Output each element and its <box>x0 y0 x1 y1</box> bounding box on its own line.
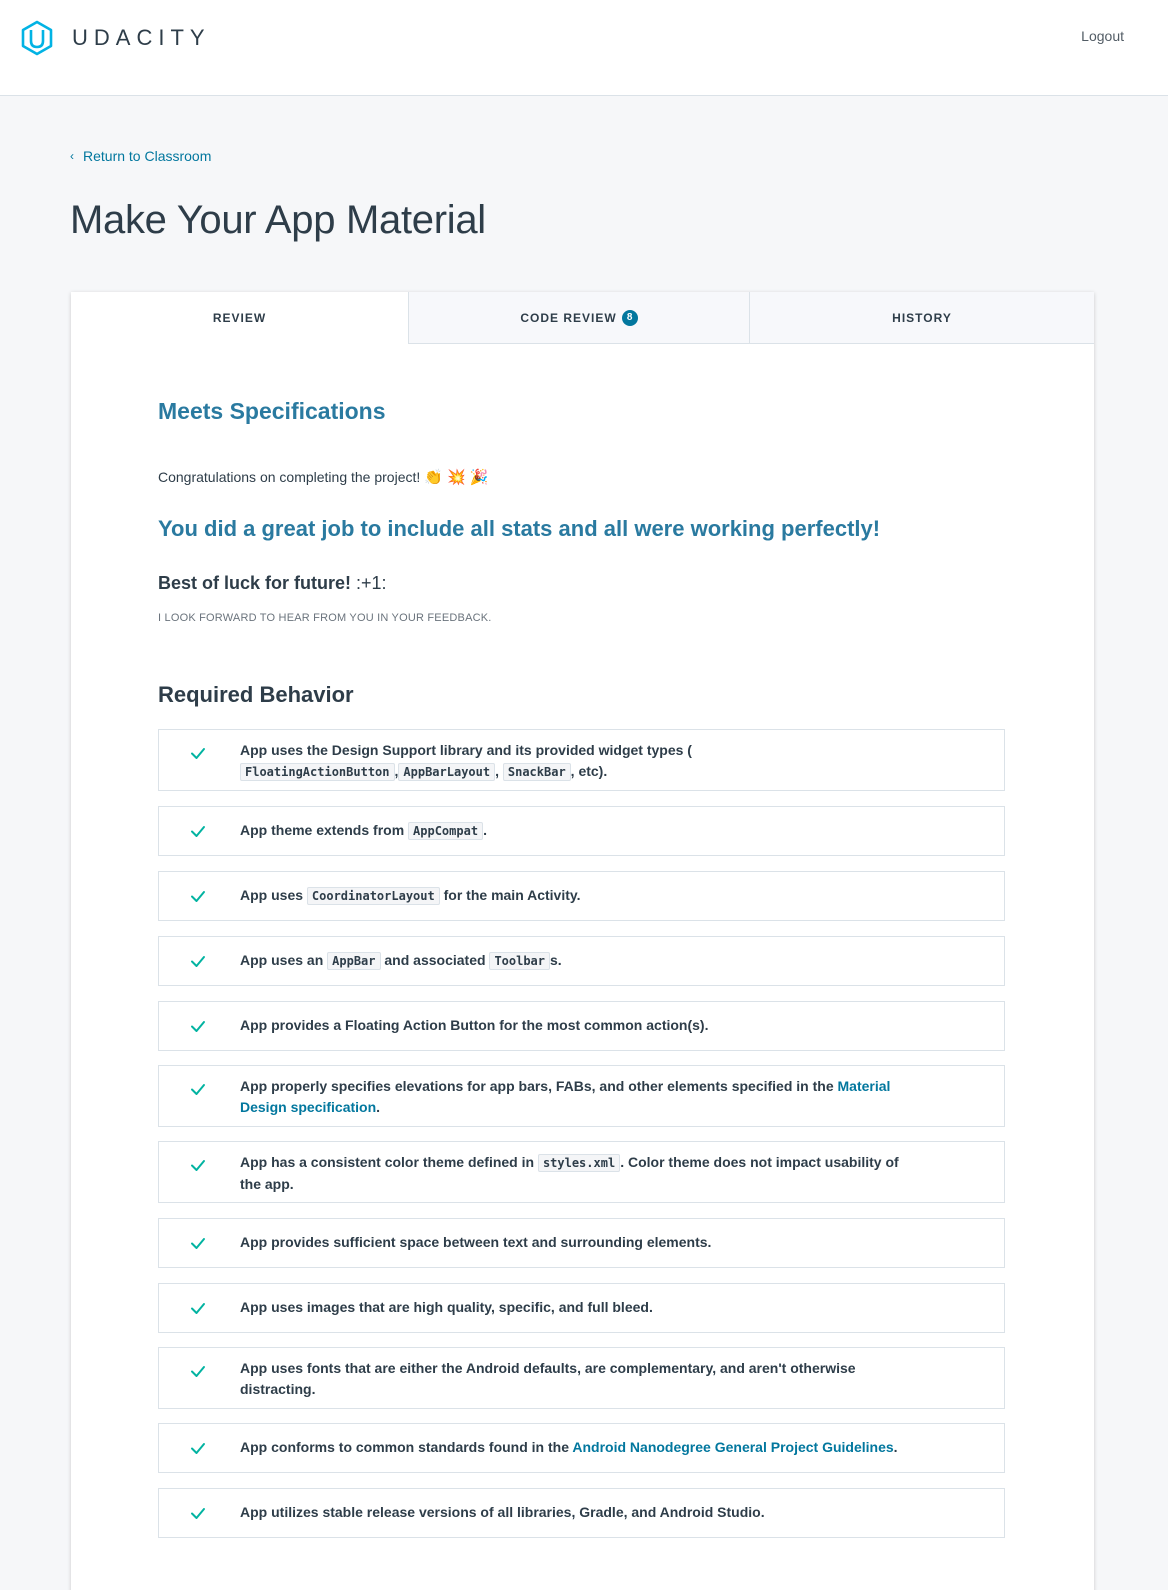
criterion-text: App uses fonts that are either the Andro… <box>240 1358 920 1400</box>
criterion-item: App theme extends from AppCompat. <box>158 806 1005 856</box>
check-icon <box>191 1366 205 1377</box>
udacity-logo[interactable]: UDACITY <box>20 20 211 56</box>
tab-code-review[interactable]: CODE REVIEW 8 <box>408 292 749 344</box>
criterion-text: App theme extends from AppCompat. <box>240 820 920 842</box>
criterion-text-part: . <box>483 822 487 838</box>
udacity-logo-icon <box>21 20 53 56</box>
check-icon <box>191 1084 205 1095</box>
criterion-item: App has a consistent color theme defined… <box>158 1141 1005 1203</box>
congrats-message: Congratulations on completing the projec… <box>158 468 488 486</box>
code-snippet: AppBarLayout <box>398 763 496 781</box>
return-to-classroom-label: Return to Classroom <box>83 148 212 164</box>
best-of-luck-text: Best of luck for future! <box>158 573 352 593</box>
criterion-text-part: App uses the Design Support library and … <box>240 742 692 758</box>
criterion-text: App uses CoordinatorLayout for the main … <box>240 885 920 907</box>
project-guidelines-link[interactable]: Android Nanodegree General Project Guide… <box>572 1439 893 1455</box>
criterion-text-part: , etc). <box>570 763 608 779</box>
criterion-text-part: App provides a Floating Action Button fo… <box>240 1017 709 1033</box>
criterion-text: App provides sufficient space between te… <box>240 1232 920 1253</box>
criterion-text-part: App properly specifies elevations for ap… <box>240 1078 838 1094</box>
check-icon <box>191 1303 205 1314</box>
code-snippet: FloatingActionButton <box>240 763 395 781</box>
criterion-item: App properly specifies elevations for ap… <box>158 1065 1005 1127</box>
criterion-text-part: App utilizes stable release versions of … <box>240 1504 765 1520</box>
check-icon <box>191 1021 205 1032</box>
criterion-item: App uses fonts that are either the Andro… <box>158 1347 1005 1409</box>
review-status: Meets Specifications <box>158 398 386 424</box>
criterion-item: App provides sufficient space between te… <box>158 1218 1005 1268</box>
criterion-text-part: App uses fonts that are either the Andro… <box>240 1360 856 1397</box>
review-card: REVIEW CODE REVIEW 8 HISTORY Meets Speci… <box>71 292 1094 1590</box>
tab-review-label: REVIEW <box>212 311 267 325</box>
criterion-item: App uses an AppBar and associated Toolba… <box>158 936 1005 986</box>
code-snippet: AppCompat <box>408 822 484 840</box>
check-icon <box>191 956 205 967</box>
best-of-luck-heading: Best of luck for future! :+1: <box>158 573 387 594</box>
criterion-item: App uses the Design Support library and … <box>158 729 1005 791</box>
criterion-text: App properly specifies elevations for ap… <box>240 1076 920 1118</box>
logout-link[interactable]: Logout <box>1081 28 1124 44</box>
criterion-text-part: . <box>893 1439 898 1455</box>
code-snippet: CoordinatorLayout <box>306 887 440 905</box>
feedback-note: I LOOK FORWARD TO HEAR FROM YOU IN YOUR … <box>158 612 492 624</box>
criterion-text-part: App theme extends from <box>240 822 409 838</box>
review-highlight: You did a great job to include all stats… <box>158 516 881 541</box>
criterion-item: App uses images that are high quality, s… <box>158 1283 1005 1333</box>
criterion-text-part: . <box>376 1099 381 1115</box>
party-popper-icon: 🎉 <box>469 469 489 486</box>
criterion-text: App uses images that are high quality, s… <box>240 1297 920 1318</box>
tab-history[interactable]: HISTORY <box>749 292 1094 344</box>
review-tabs: REVIEW CODE REVIEW 8 HISTORY <box>71 292 1094 344</box>
criterion-item: App conforms to common standards found i… <box>158 1423 1005 1473</box>
check-icon <box>191 1508 205 1519</box>
criterion-text-part: App uses <box>240 887 307 903</box>
code-snippet: AppBar <box>327 952 381 970</box>
chevron-left-icon: ‹ <box>70 149 74 163</box>
criterion-text: App uses an AppBar and associated Toolba… <box>240 950 920 972</box>
congrats-text: Congratulations on completing the projec… <box>158 469 421 485</box>
check-icon <box>191 1160 205 1171</box>
check-icon <box>191 1443 205 1454</box>
check-icon <box>191 891 205 902</box>
criterion-text: App uses the Design Support library and … <box>240 740 920 783</box>
collision-icon: 💥 <box>446 469 466 486</box>
code-review-count-badge: 8 <box>621 309 638 326</box>
tab-code-review-label: CODE REVIEW <box>520 310 617 325</box>
page-title: Make Your App Material <box>70 198 486 242</box>
code-snippet: Toolbar <box>489 952 551 970</box>
criterion-text: App provides a Floating Action Button fo… <box>240 1015 920 1036</box>
criterion-item: App utilizes stable release versions of … <box>158 1488 1005 1538</box>
clapping-hands-icon: 👏 <box>424 469 443 486</box>
check-icon <box>191 826 205 837</box>
section-title: Required Behavior <box>158 682 354 707</box>
tab-history-label: HISTORY <box>892 310 952 325</box>
criterion-text-part: s. <box>550 952 562 968</box>
criterion-text-part: App uses images that are high quality, s… <box>240 1299 653 1315</box>
code-snippet: styles.xml <box>537 1154 621 1172</box>
criterion-text-part: App has a consistent color theme defined… <box>240 1154 538 1170</box>
criterion-item: App uses CoordinatorLayout for the main … <box>158 871 1005 921</box>
check-icon <box>191 748 205 759</box>
return-to-classroom-link[interactable]: ‹ Return to Classroom <box>70 148 211 164</box>
code-snippet: SnackBar <box>502 763 571 781</box>
tab-review[interactable]: REVIEW <box>71 292 408 344</box>
criterion-item: App provides a Floating Action Button fo… <box>158 1001 1005 1051</box>
criterion-text-part: App uses an <box>240 952 328 968</box>
brand-name: UDACITY <box>72 25 211 50</box>
check-icon <box>191 1238 205 1249</box>
criterion-text-part: and associated <box>380 952 490 968</box>
criterion-text-part: for the main Activity. <box>439 887 581 903</box>
thumbs-up-code: :+1: <box>356 573 387 593</box>
criterion-text-part: App provides sufficient space between te… <box>240 1234 712 1250</box>
criterion-text-part: App conforms to common standards found i… <box>240 1439 573 1455</box>
criterion-text-part: , <box>495 763 503 779</box>
criterion-text: App has a consistent color theme defined… <box>240 1152 920 1195</box>
criterion-text: App utilizes stable release versions of … <box>240 1502 920 1523</box>
criterion-text: App conforms to common standards found i… <box>240 1437 920 1458</box>
top-navbar: UDACITY Logout <box>0 0 1168 96</box>
